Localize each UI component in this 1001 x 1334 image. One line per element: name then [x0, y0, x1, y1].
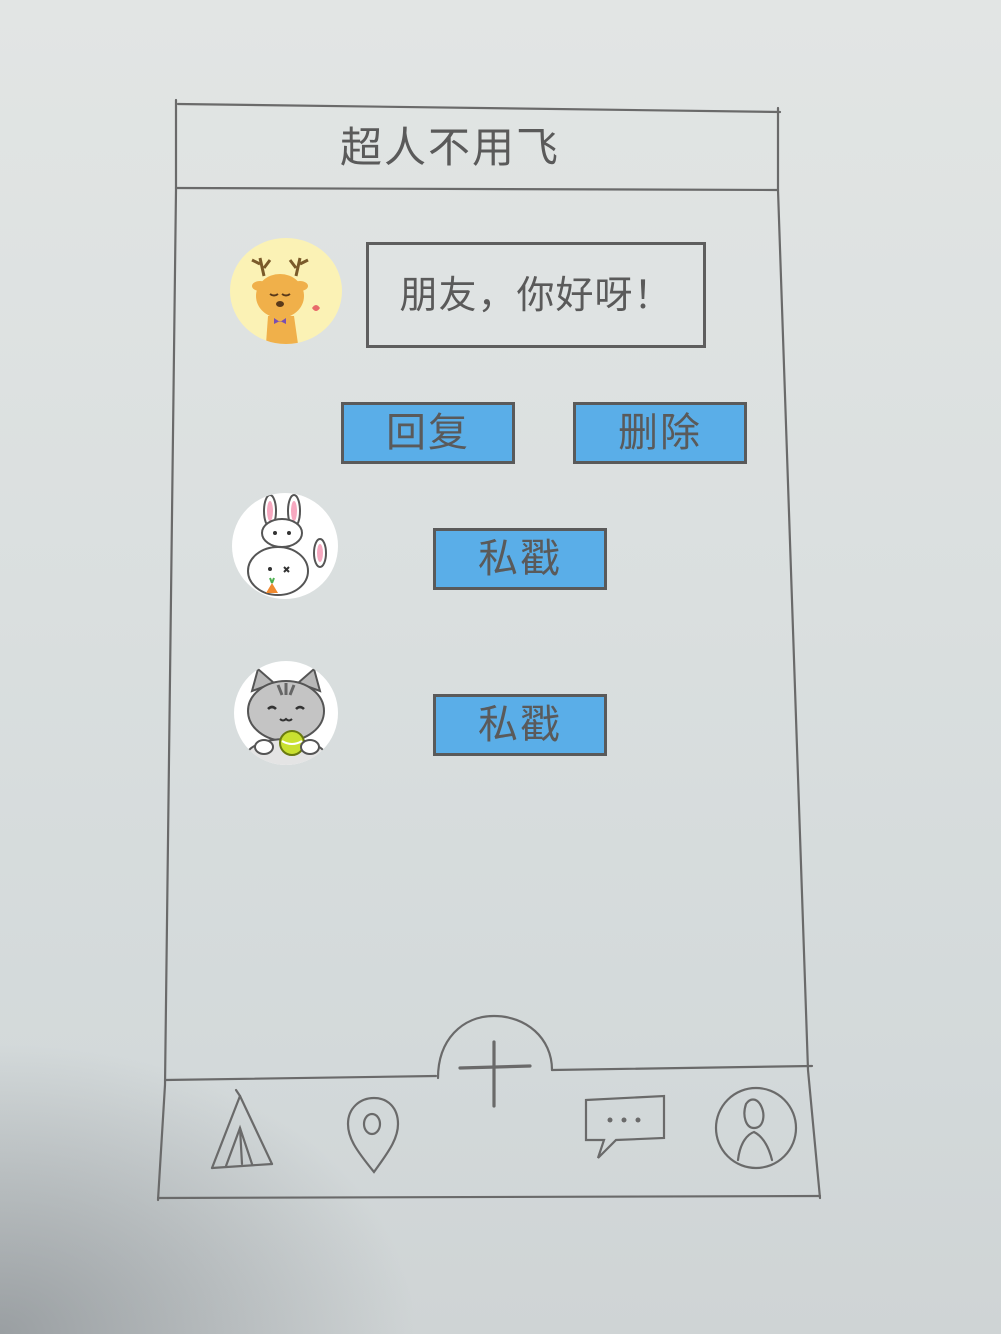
cat-avatar-icon[interactable]: [234, 661, 338, 765]
rabbit-avatar-icon[interactable]: [232, 493, 338, 599]
page-title: 超人不用飞: [340, 123, 561, 172]
delete-button[interactable]: 删除: [573, 402, 747, 464]
add-icon[interactable]: [432, 1010, 562, 1110]
chat-bubble-icon[interactable]: [576, 1090, 676, 1166]
phone-sketch-frame: [156, 98, 822, 1202]
message-bubble: 朋友，你好呀！: [366, 242, 706, 348]
tent-icon[interactable]: [200, 1088, 290, 1178]
poke-button-2[interactable]: 私戳: [433, 694, 607, 756]
profile-icon[interactable]: [710, 1082, 804, 1176]
location-pin-icon[interactable]: [342, 1094, 406, 1178]
deer-avatar-icon[interactable]: [230, 238, 342, 344]
poke-button-1[interactable]: 私戳: [433, 528, 607, 590]
reply-button[interactable]: 回复: [341, 402, 515, 464]
